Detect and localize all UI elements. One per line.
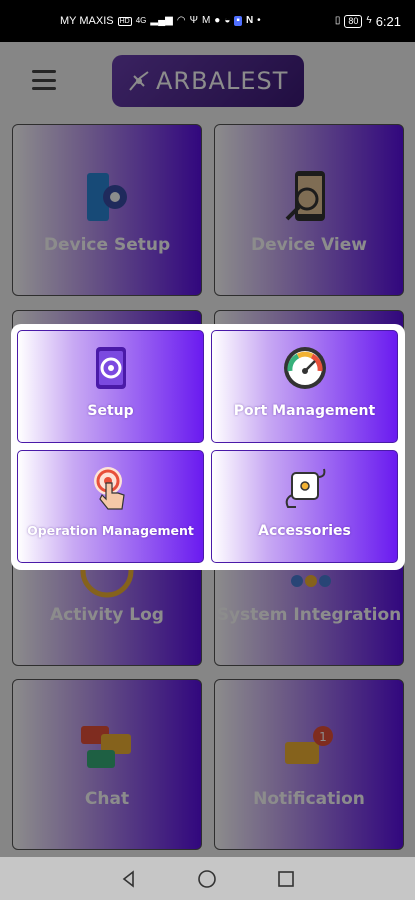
netflix-icon: N: [245, 15, 254, 26]
back-icon[interactable]: [118, 868, 140, 890]
popup-tile-accessories[interactable]: Accessories: [211, 450, 398, 563]
gauge-icon: [283, 347, 326, 389]
battery-indicator: 80: [344, 14, 363, 28]
popup-tile-label: Port Management: [233, 403, 376, 419]
popup-tile-label: Accessories: [258, 523, 351, 539]
app-screen: ARBALEST Device Setup Device View Activi…: [0, 42, 415, 857]
clock: 6:21: [375, 13, 401, 29]
carrier-label: MY MAXIS: [60, 15, 114, 27]
dot-icon: •: [257, 15, 261, 26]
signal-icon: ▂▄▆: [150, 15, 173, 26]
popup-tile-port-management[interactable]: Port Management: [211, 330, 398, 443]
status-right: ▯ 80 ϟ 6:21: [335, 14, 401, 29]
popup-tile-label: Setup: [87, 403, 134, 419]
touch-target-icon: [93, 467, 125, 510]
mail-icon: M: [201, 15, 211, 26]
system-nav-bar: [0, 857, 415, 900]
cable-device-icon: [285, 468, 325, 508]
charging-icon: ϟ: [366, 15, 372, 26]
app-icon-2: ▪: [234, 15, 242, 26]
status-left: MY MAXIS HD 4G ▂▄▆ ◠ Ψ M ● ◒ ▪ N •: [60, 15, 261, 27]
popup-tile-label: Operation Management: [27, 523, 194, 538]
phone-gear-icon: [95, 347, 126, 389]
recents-icon[interactable]: [275, 868, 297, 890]
wifi-icon: ◠: [176, 15, 186, 26]
messenger-icon: ●: [214, 15, 221, 26]
usb-icon: Ψ: [189, 15, 198, 26]
action-popup: Setup Port Management Operation Manageme…: [11, 324, 405, 570]
network-label: 4G: [135, 16, 147, 25]
app-icon: ◒: [224, 15, 231, 26]
hd-icon: HD: [117, 16, 132, 26]
popup-tile-setup[interactable]: Setup: [17, 330, 204, 443]
status-bar: MY MAXIS HD 4G ▂▄▆ ◠ Ψ M ● ◒ ▪ N • ▯ 80 …: [0, 0, 415, 42]
home-icon[interactable]: [196, 868, 218, 890]
vibrate-icon: ▯: [334, 15, 341, 26]
popup-tile-operation-management[interactable]: Operation Management: [17, 450, 204, 563]
